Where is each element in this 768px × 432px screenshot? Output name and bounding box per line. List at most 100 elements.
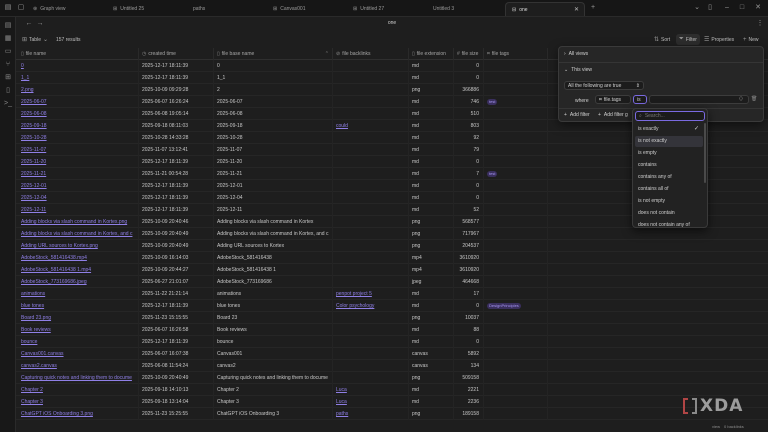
cell-file-name[interactable]: Book reviews — [18, 324, 139, 336]
filter-button[interactable]: ⏷ Filter — [676, 34, 700, 45]
col-file-name[interactable]: ▯ file name — [18, 48, 139, 60]
cell-file-name[interactable]: 2025-10-28 — [18, 132, 139, 144]
add-filter-group-button[interactable]: + Add filter g — [598, 112, 628, 118]
cell-file-name[interactable]: 2025-11-21 — [18, 168, 139, 180]
col-file-tags[interactable]: ⌗ file tags — [484, 48, 548, 60]
view-selector[interactable]: ⊞ Table ⌄ — [22, 34, 48, 45]
tab-untitled-27[interactable]: ⊞ Untitled 27 — [347, 2, 427, 16]
cell-file-name[interactable]: 2025-12-11 — [18, 204, 139, 216]
close-tab-icon[interactable]: ✕ — [574, 6, 579, 13]
col-file-extension[interactable]: ▯ file extension — [409, 48, 454, 60]
dropdown-option[interactable]: contains all of — [635, 184, 703, 195]
add-filter-button[interactable]: + Add filter — [564, 112, 590, 118]
dropdown-option[interactable]: is empty — [635, 148, 703, 159]
dropdown-search-input[interactable]: ⌕ Search... — [635, 111, 705, 121]
cell-file-name[interactable]: 2025-06-08 — [18, 108, 139, 120]
cell-file-name[interactable]: Adding blocks via slash command in Korte… — [18, 216, 139, 228]
filter-value-input[interactable] — [649, 95, 749, 104]
table-row[interactable]: Chapter 2 2025-09-18 14:10:13 Chapter 2 Luc… — [16, 384, 768, 396]
new-tab-icon[interactable]: + — [588, 3, 598, 13]
cell-file-name[interactable]: Adding URL sources to Kortex.png — [18, 240, 139, 252]
cell-file-backlinks[interactable]: paths — [333, 408, 409, 420]
maximize-icon[interactable]: □ — [737, 3, 747, 13]
close-window-icon[interactable]: ✕ — [753, 3, 763, 13]
layout-icon[interactable]: ▯ — [705, 3, 715, 13]
cell-file-name[interactable]: bounce — [18, 336, 139, 348]
table-row[interactable]: Chapter 3 2025-09-18 13:14:04 Chapter 3 Luc… — [16, 396, 768, 408]
property-select[interactable]: ⌗ file.tags — [595, 95, 631, 104]
back-arrow-icon[interactable]: ← — [24, 19, 34, 29]
table-row[interactable]: AdobeStock_581416438.mp4 2025-10-09 16:14… — [16, 252, 768, 264]
cell-file-backlinks[interactable]: could — [333, 120, 409, 132]
table-row[interactable]: Board 23.png 2025-11-23 15:15:55 Board 23 p… — [16, 312, 768, 324]
tab-canvas001[interactable]: ⊞ Canvas001 — [267, 2, 347, 16]
table-row[interactable]: bounce 2025-12-17 18:11:39 bounce md 0 — [16, 336, 768, 348]
cell-file-backlinks[interactable]: penpot project 5 — [333, 288, 409, 300]
table-row[interactable]: Adding URL sources to Kortex.png 2025-10-… — [16, 240, 768, 252]
table-row[interactable]: AdobeStock_773169686.jpeg 2025-06-27 21:0… — [16, 276, 768, 288]
dropdown-option[interactable]: does not contain any of — [635, 220, 703, 231]
minimize-icon[interactable]: – — [722, 3, 732, 13]
sidebar-toggle-icon[interactable]: ▤ — [3, 3, 13, 13]
table-row[interactable]: blue tones 2025-12-17 18:11:39 blue tones C… — [16, 300, 768, 312]
more-options-icon[interactable]: ⋮ — [755, 19, 765, 29]
cell-file-name[interactable]: 0 — [18, 60, 139, 72]
cell-file-name[interactable]: Canvas001.canvas — [18, 348, 139, 360]
page-icon[interactable]: ▭ — [3, 47, 13, 57]
operator-select[interactable]: is — [633, 95, 647, 104]
cell-file-name[interactable]: Chapter 2 — [18, 384, 139, 396]
code-icon[interactable]: ⟨⟩ — [739, 96, 743, 102]
cell-file-name[interactable]: animations — [18, 288, 139, 300]
folder-icon[interactable]: ▢ — [16, 3, 26, 13]
forward-arrow-icon[interactable]: → — [35, 19, 45, 29]
new-button[interactable]: + New — [743, 34, 759, 45]
cell-file-backlinks[interactable]: Color psychology — [333, 300, 409, 312]
cell-file-name[interactable]: 2.png — [18, 84, 139, 96]
cell-file-name[interactable]: Capturing quick notes and linking them t… — [18, 372, 139, 384]
trash-icon[interactable]: 🗑 — [751, 96, 757, 102]
cell-file-name[interactable]: 2025-12-01 — [18, 180, 139, 192]
col-file-backlinks[interactable]: ⊘ file backlinks — [333, 48, 409, 60]
conjunction-select[interactable]: All the following are true ⇕ — [564, 81, 644, 90]
cell-file-name[interactable]: 2025-06-07 — [18, 96, 139, 108]
cell-file-name[interactable]: blue tones — [18, 300, 139, 312]
cell-file-backlinks[interactable]: Luca — [333, 384, 409, 396]
tab-untitled-25[interactable]: ⊞ Untitled 25 — [107, 2, 187, 16]
calendar-icon[interactable]: ▦ — [3, 34, 13, 44]
cell-file-name[interactable]: 2025-11-07 — [18, 144, 139, 156]
col-file-base-name[interactable]: ▯ file base name ⌃ — [214, 48, 333, 60]
cell-file-name[interactable]: AdobeStock_773169686.jpeg — [18, 276, 139, 288]
properties-button[interactable]: ☰ Properties — [704, 34, 734, 45]
tab-untitled-3[interactable]: Untitled 3 — [427, 2, 507, 16]
table-row[interactable]: animations 2025-11-22 21:21:14 animations p… — [16, 288, 768, 300]
table-row[interactable]: AdobeStock_581416438 1.mp4 2025-10-09 20:… — [16, 264, 768, 276]
tab-one[interactable]: ⊟ one ✕ — [505, 2, 585, 16]
document-icon[interactable]: ▯ — [3, 86, 13, 96]
cell-file-name[interactable]: 2025-12-04 — [18, 192, 139, 204]
dropdown-option[interactable]: does not contain — [635, 208, 703, 219]
dropdown-scrollbar[interactable] — [704, 123, 706, 183]
table-row[interactable]: Capturing quick notes and linking them t… — [16, 372, 768, 384]
tag-badge[interactable]: test — [487, 98, 498, 105]
cell-file-name[interactable]: 1_1 — [18, 72, 139, 84]
all-views-toggle[interactable]: › All views — [564, 51, 588, 57]
dropdown-option[interactable]: is not empty — [635, 196, 703, 207]
cell-file-name[interactable]: 2025-09-18 — [18, 120, 139, 132]
cell-file-name[interactable]: Chapter 3 — [18, 396, 139, 408]
tab-graph-view[interactable]: ⊛ Graph view — [27, 2, 107, 16]
cell-file-name[interactable]: AdobeStock_581416438 1.mp4 — [18, 264, 139, 276]
dropdown-option[interactable]: is exactly ✓ — [635, 124, 703, 135]
this-view-toggle[interactable]: ⌄ This view — [564, 67, 592, 73]
cell-file-name[interactable]: ChatGPT iOS Onboarding 3.png — [18, 408, 139, 420]
cell-file-name[interactable]: AdobeStock_581416438.mp4 — [18, 252, 139, 264]
chevron-down-icon[interactable]: ⌄ — [692, 3, 702, 13]
cell-file-backlinks[interactable]: Luca — [333, 396, 409, 408]
dropdown-option[interactable]: contains any of — [635, 172, 703, 183]
cell-file-name[interactable]: 2025-11-20 — [18, 156, 139, 168]
files-icon[interactable]: ▤ — [3, 21, 13, 31]
graph-icon[interactable]: ⑂ — [3, 60, 13, 70]
grid-icon[interactable]: ⊞ — [3, 73, 13, 83]
tag-badge[interactable]: test — [487, 170, 498, 177]
col-file-size[interactable]: # file size — [454, 48, 484, 60]
table-row[interactable]: Canvas001.canvas 2025-06-07 16:07:38 Canva… — [16, 348, 768, 360]
